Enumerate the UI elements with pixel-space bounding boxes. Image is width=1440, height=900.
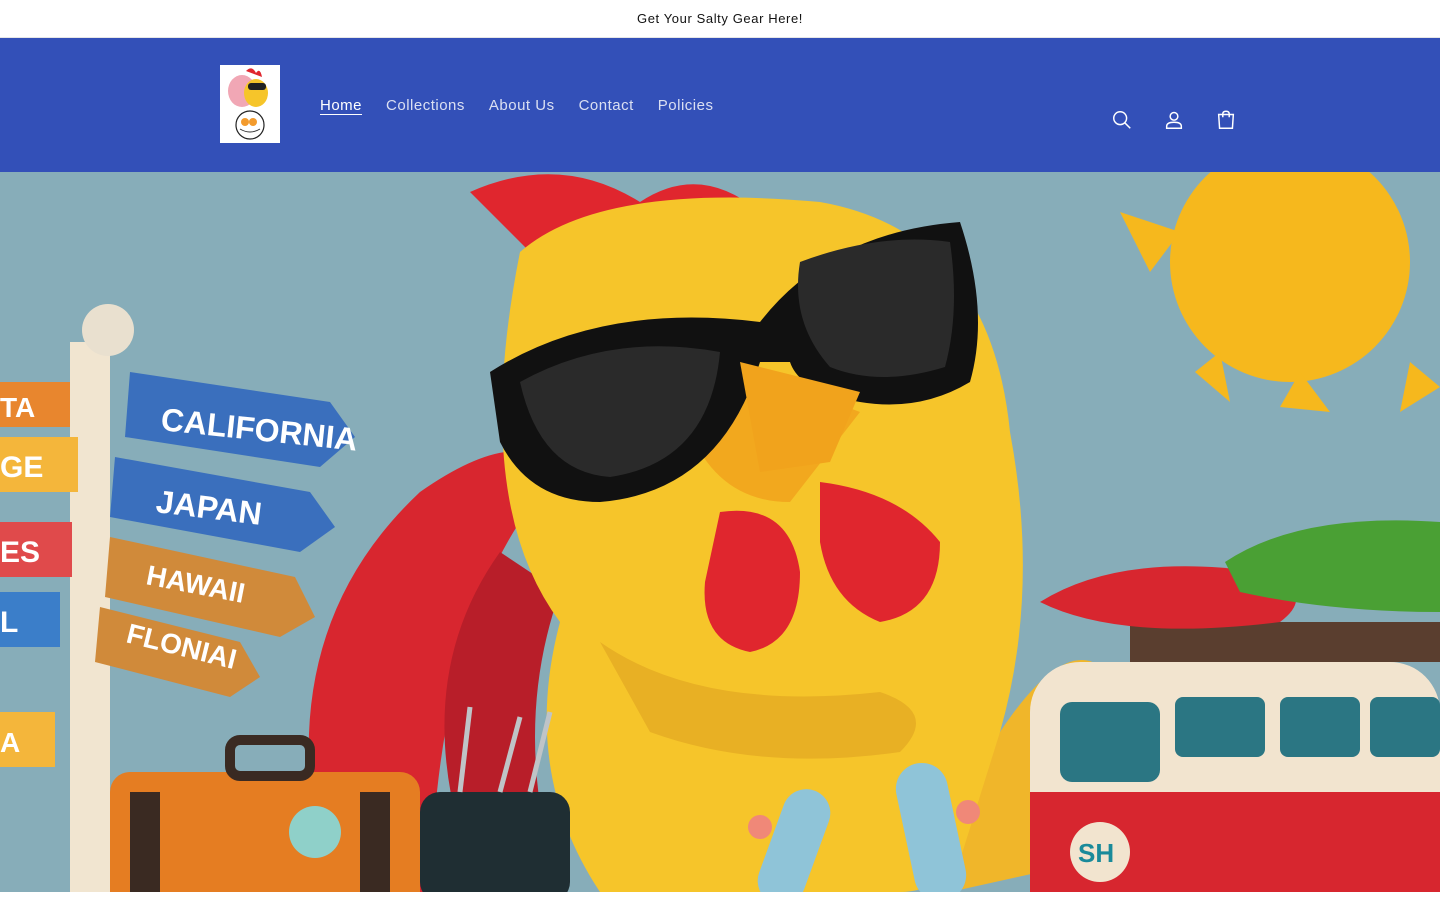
logo[interactable] [220,65,280,143]
cart-icon [1217,110,1235,129]
nav-collections[interactable]: Collections [374,91,477,120]
announcement-text: Get Your Salty Gear Here! [636,11,804,26]
nav-contact[interactable]: Contact [567,91,646,120]
announcement-bar: Get Your Salty Gear Here! [0,0,1440,38]
van-badge: SH [1078,838,1114,868]
site-header: Home Collections About Us Contact Polici… [0,38,1440,172]
sign-a: A [0,727,20,758]
account-button[interactable] [1152,98,1196,142]
search-button[interactable] [1100,98,1144,142]
nav-about-us[interactable]: About Us [477,91,567,120]
sign-ta: TA [0,392,35,423]
nav-home[interactable]: Home [308,91,374,120]
search-icon [1113,111,1131,129]
cart-button[interactable] [1204,98,1248,142]
main-nav: Home Collections About Us Contact Polici… [308,89,725,121]
hero-image: CALIFORNIA JAPAN HAWAII FLONIAI TA GE ES… [0,172,1440,892]
sign-ge: GE [0,451,43,484]
van-illustration: SH [1030,622,1440,892]
nav-policies[interactable]: Policies [646,91,726,120]
sign-es: ES [0,536,40,569]
logo-image [220,65,280,143]
hero-banner: CALIFORNIA JAPAN HAWAII FLONIAI TA GE ES… [0,172,1440,892]
sign-l: L [0,606,18,639]
account-icon [1165,111,1183,129]
header-actions [1100,98,1248,142]
